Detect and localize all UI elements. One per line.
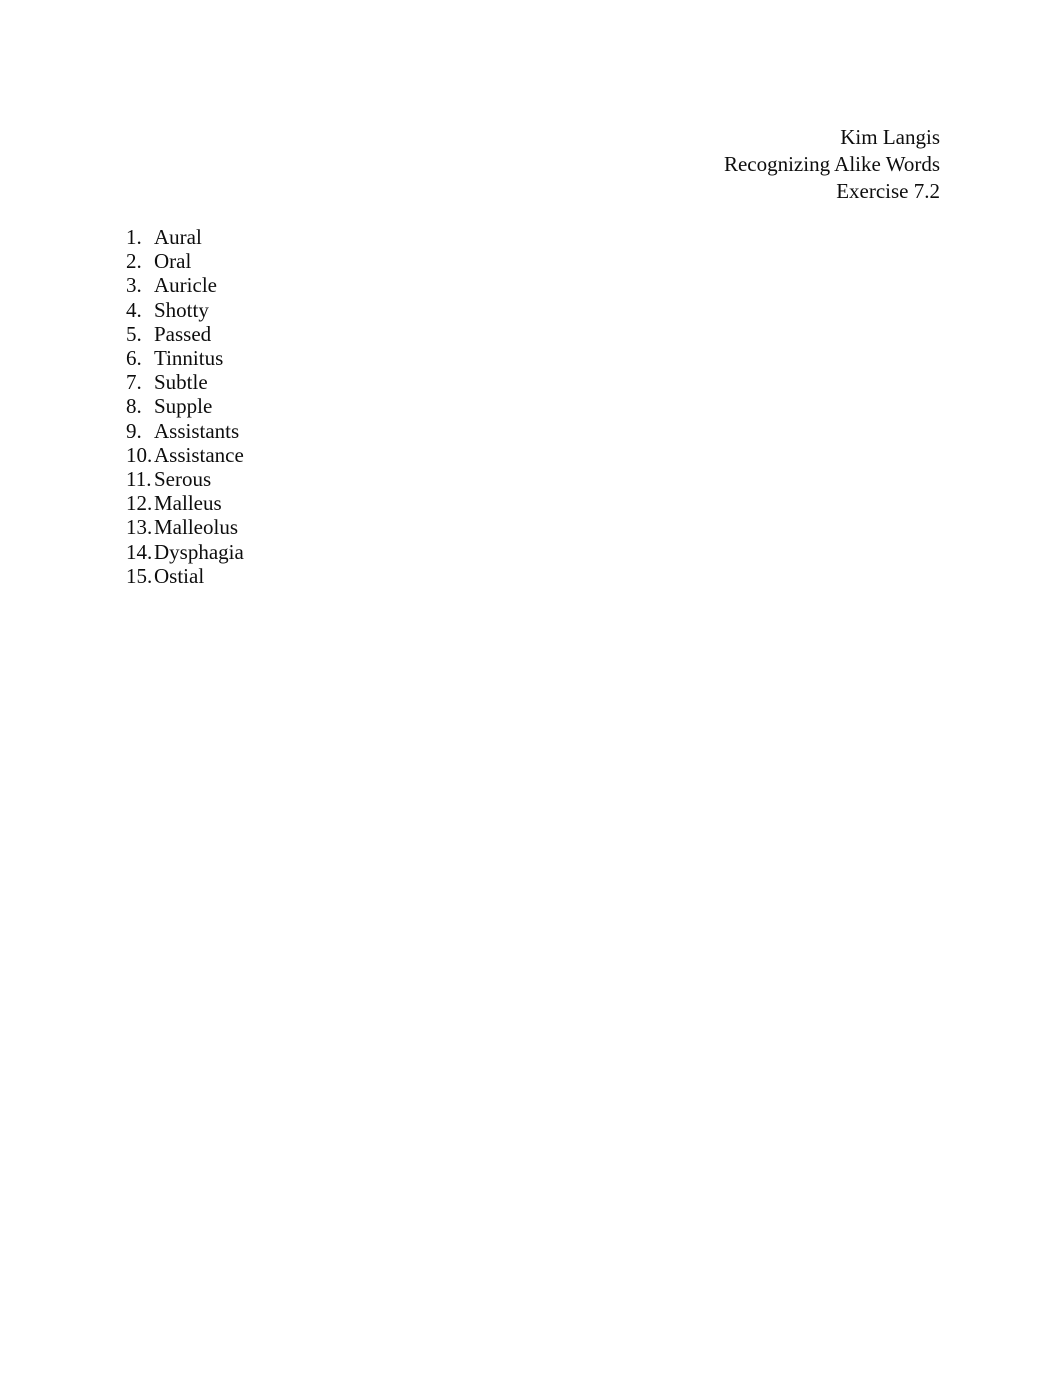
list-item-number: 9. — [126, 418, 142, 443]
list-item-term: Serous — [154, 467, 212, 492]
list-item-term: Tinnitus — [154, 346, 224, 371]
list-item-number: 6. — [126, 346, 142, 371]
list-item: 8. Supple — [126, 394, 244, 418]
list-item-number: 3. — [126, 273, 142, 298]
list-item-term: Passed — [154, 321, 212, 346]
list-item: 5. Passed — [126, 322, 244, 346]
list-item: 6. Tinnitus — [126, 346, 244, 370]
header-line-exercise: Exercise 7.2 — [836, 179, 940, 203]
list-item: 14. Dysphagia — [126, 540, 244, 564]
list-item: 4. Shotty — [126, 298, 244, 322]
list-item-term: Ostial — [154, 563, 205, 588]
list-item: 3. Auricle — [126, 273, 244, 297]
list-item-number: 13. — [126, 515, 153, 540]
list-item-number: 11. — [126, 467, 152, 492]
list-item-number: 5. — [126, 321, 142, 346]
list-item-number: 12. — [126, 491, 153, 516]
list-item-term: Oral — [154, 249, 192, 274]
header-line-author: Kim Langis — [840, 125, 940, 149]
list-item-number: 4. — [126, 297, 142, 322]
list-item-term: Malleus — [154, 491, 222, 516]
list-item: 1. Aural — [126, 225, 244, 249]
list-item: 2. Oral — [126, 249, 244, 273]
list-item: 9. Assistants — [126, 419, 244, 443]
document-header: Kim Langis Recognizing Alike Words Exerc… — [0, 124, 940, 205]
list-item-number: 10. — [126, 442, 153, 467]
list-item-number: 14. — [126, 539, 153, 564]
list-item-term: Supple — [154, 394, 213, 419]
list-item-term: Subtle — [154, 370, 208, 395]
list-item: 10. Assistance — [126, 443, 244, 467]
header-line-title: Recognizing Alike Words — [723, 152, 940, 176]
list-item-term: Assistants — [154, 418, 240, 443]
list-item-number: 8. — [126, 394, 142, 419]
list-item: 13. Malleolus — [126, 515, 244, 539]
list-item-term: Aural — [154, 225, 202, 249]
list-item-term: Auricle — [154, 273, 217, 298]
list-item-term: Assistance — [154, 442, 244, 467]
list-item-number: 7. — [126, 370, 142, 395]
list-item-number: 2. — [126, 249, 142, 274]
list-item-number: 15. — [126, 563, 153, 588]
list-item: 7. Subtle — [126, 370, 244, 394]
document-page: Kim Langis Recognizing Alike Words Exerc… — [0, 0, 1062, 1377]
word-list: 1. Aural 2. Oral 3. Auricle 4. Shotty 5.… — [126, 225, 244, 588]
list-item-term: Malleolus — [154, 515, 238, 540]
list-item: 12. Malleus — [126, 491, 244, 515]
list-item-term: Dysphagia — [154, 539, 244, 564]
list-item: 11. Serous — [126, 467, 244, 491]
list-item: 15. Ostial — [126, 564, 244, 588]
list-item-term: Shotty — [154, 297, 209, 322]
list-item-number: 1. — [126, 225, 142, 249]
